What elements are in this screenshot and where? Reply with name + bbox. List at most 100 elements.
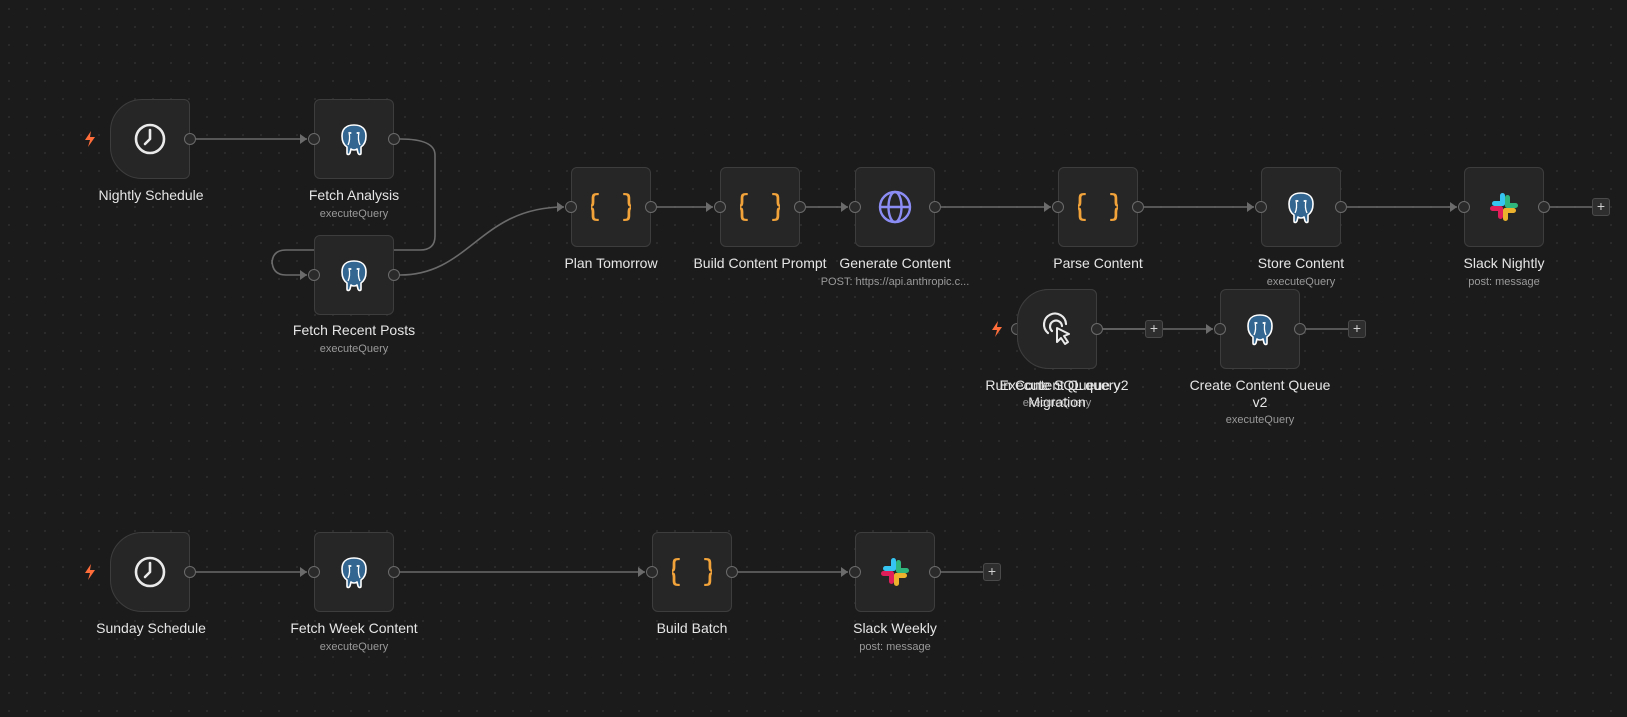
node-subtitle: post: message (859, 641, 931, 653)
node-label-line2: v2 (1252, 394, 1268, 410)
node-create-content-queue[interactable] (1214, 289, 1306, 369)
output-handle[interactable] (1294, 323, 1306, 335)
node-label: Build Content Prompt (693, 255, 827, 271)
node-build-content-prompt[interactable] (714, 167, 806, 247)
node-label: Run Content Queue v2 (985, 377, 1129, 393)
output-handle[interactable] (794, 201, 806, 213)
slack-icon (881, 558, 909, 586)
node-generate-content[interactable] (849, 167, 941, 247)
output-handle[interactable] (184, 566, 196, 578)
input-handle[interactable] (308, 133, 320, 145)
output-handle[interactable] (726, 566, 738, 578)
add-node-button[interactable]: + (1145, 320, 1163, 338)
input-handle[interactable] (565, 201, 577, 213)
input-handle[interactable] (1458, 201, 1470, 213)
node-fetch-analysis[interactable] (308, 99, 400, 179)
edge-arrowhead (638, 567, 645, 577)
code-braces-icon (591, 189, 631, 224)
node-subtitle: executeQuery (319, 343, 389, 355)
node-parse-content[interactable] (1052, 167, 1144, 247)
output-handle[interactable] (388, 566, 400, 578)
node-subtitle: executeQuery (319, 208, 389, 220)
code-braces-icon (672, 554, 712, 589)
node-subtitle: POST: https://api.anthropic.c... (820, 276, 970, 288)
node-label: Plan Tomorrow (564, 255, 658, 271)
add-node-button[interactable]: + (1348, 320, 1366, 338)
clock-icon (134, 123, 166, 155)
node-store-content[interactable] (1255, 167, 1347, 247)
node-fetch-week-content[interactable] (308, 532, 400, 612)
edge-arrowhead (1247, 202, 1254, 212)
node-label: Slack Nightly (1463, 255, 1545, 271)
edge-arrowhead (557, 202, 564, 212)
edge-arrowhead (300, 567, 307, 577)
output-handle[interactable] (184, 133, 196, 145)
trigger-bolt-icon (85, 131, 95, 147)
code-braces-icon (740, 189, 780, 224)
output-handle[interactable] (645, 201, 657, 213)
output-handle[interactable] (1538, 201, 1550, 213)
cursor-click-icon (1042, 312, 1071, 346)
node-label: Generate Content (839, 255, 951, 271)
node-label: Store Content (1257, 255, 1345, 271)
postgres-elephant-icon (341, 557, 367, 589)
postgres-elephant-icon (341, 260, 367, 292)
node-subtitle: post: message (1468, 276, 1540, 288)
node-run-content-queue-migration[interactable] (1017, 289, 1103, 369)
node-subtitle: executeQuery (1266, 276, 1336, 288)
edge-arrowhead (1450, 202, 1457, 212)
postgres-elephant-icon (1288, 192, 1314, 224)
add-node-button[interactable]: + (983, 563, 1001, 581)
edge-arrowhead (706, 202, 713, 212)
output-handle[interactable] (929, 201, 941, 213)
globe-icon (878, 190, 912, 224)
trigger-bolt-icon (992, 321, 1002, 337)
output-handle[interactable] (929, 566, 941, 578)
clock-icon (134, 556, 166, 588)
edge-fetch-recent-posts-to-plan-tomorrow (399, 206, 565, 276)
trigger-bolt-icon (85, 564, 95, 580)
node-label: Fetch Week Content (290, 620, 418, 636)
input-handle[interactable] (714, 201, 726, 213)
node-label: Build Batch (656, 620, 728, 636)
edge-arrowhead (300, 134, 307, 144)
node-label: Nightly Schedule (98, 187, 204, 203)
input-handle[interactable] (849, 201, 861, 213)
node-label: Fetch Recent Posts (292, 322, 416, 338)
output-handle[interactable] (1335, 201, 1347, 213)
input-handle[interactable] (1214, 323, 1226, 335)
node-subtitle: executeQuery (1225, 414, 1295, 426)
node-slack-nightly[interactable] (1458, 167, 1550, 247)
output-handle[interactable] (1091, 323, 1103, 335)
node-nightly-schedule[interactable] (110, 99, 196, 179)
node-label: Sunday Schedule (96, 620, 206, 636)
postgres-elephant-icon (1247, 314, 1273, 346)
input-handle[interactable] (1052, 201, 1064, 213)
connection-layer (196, 134, 1592, 577)
edge-arrowhead (1044, 202, 1051, 212)
node-subtitle: executeQuery (319, 641, 389, 653)
node-build-batch[interactable] (646, 532, 738, 612)
output-handle[interactable] (388, 133, 400, 145)
edge-arrowhead (841, 567, 848, 577)
output-handle[interactable] (1132, 201, 1144, 213)
input-handle[interactable] (308, 269, 320, 281)
input-handle[interactable] (308, 566, 320, 578)
node-slack-weekly[interactable] (849, 532, 941, 612)
workflow-canvas[interactable]: Nightly Schedule Fetch Analysis executeQ… (0, 0, 1627, 717)
edge-arrowhead (841, 202, 848, 212)
node-sunday-schedule[interactable] (110, 532, 196, 612)
edge-arrowhead (1206, 324, 1213, 334)
input-handle[interactable] (1255, 201, 1267, 213)
node-fetch-recent-posts[interactable] (308, 235, 400, 315)
add-node-button[interactable]: + (1592, 198, 1610, 216)
input-handle[interactable] (646, 566, 658, 578)
node-plan-tomorrow[interactable] (565, 167, 657, 247)
code-braces-icon (1078, 189, 1118, 224)
input-handle[interactable] (849, 566, 861, 578)
postgres-elephant-icon (341, 124, 367, 156)
output-handle[interactable] (388, 269, 400, 281)
node-label: Parse Content (1053, 255, 1143, 271)
node-label: Create Content Queue (1189, 377, 1331, 393)
edge-arrowhead (300, 270, 307, 280)
